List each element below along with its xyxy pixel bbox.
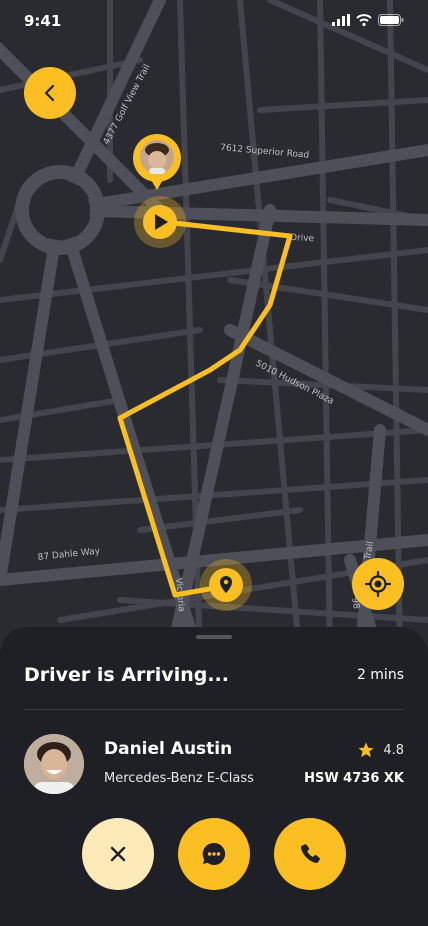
- license-plate: HSW 4736 XK: [304, 771, 404, 786]
- status-icons: [332, 14, 404, 26]
- crosshair-icon: [365, 571, 391, 597]
- car-model: Mercedes-Benz E-Class: [104, 771, 254, 786]
- my-location-button[interactable]: [352, 558, 404, 610]
- back-button[interactable]: [24, 67, 76, 119]
- street-label-drive: Drive: [290, 233, 315, 244]
- driver-info-sheet: Driver is Arriving... 2 mins Daniel Aust…: [0, 627, 428, 926]
- cancel-button[interactable]: [82, 818, 154, 890]
- sheet-drag-handle[interactable]: [196, 635, 232, 639]
- signal-icon: [332, 14, 350, 26]
- divider: [24, 709, 404, 710]
- ride-tracking-screen: 4377 Golf View Trail 7612 Superior Road …: [0, 0, 428, 926]
- star-icon: [358, 742, 374, 758]
- sheet-title: Driver is Arriving...: [24, 664, 229, 686]
- driver-rating: 4.8: [357, 741, 404, 759]
- phone-icon: [300, 844, 320, 863]
- driver-avatar: [24, 734, 84, 794]
- close-icon: [110, 846, 126, 862]
- chat-bubble-icon: [202, 842, 226, 865]
- eta-label: 2 mins: [356, 667, 404, 683]
- wifi-icon: [356, 14, 372, 26]
- battery-icon: [378, 14, 404, 26]
- destination-marker[interactable]: [200, 559, 252, 611]
- chat-button[interactable]: [178, 818, 250, 890]
- chevron-left-icon: [44, 84, 55, 102]
- driver-name: Daniel Austin: [104, 739, 233, 759]
- status-time: 9:41: [24, 12, 62, 30]
- status-bar: 9:41: [0, 0, 428, 44]
- call-button[interactable]: [274, 818, 346, 890]
- rating-value: 4.8: [383, 742, 404, 758]
- driver-location-marker[interactable]: [134, 196, 186, 248]
